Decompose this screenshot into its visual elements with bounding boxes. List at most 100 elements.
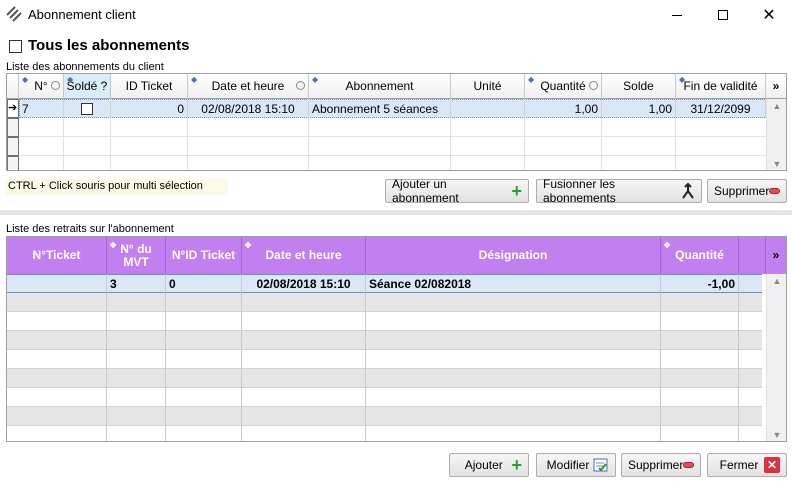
cell-solde-check xyxy=(64,99,111,118)
col-header-label: N°ID Ticket xyxy=(171,248,236,262)
col-header-label: Date et heure xyxy=(265,248,342,262)
table-row[interactable] xyxy=(7,331,762,350)
col-header-n[interactable]: ◆ N° xyxy=(19,74,64,99)
sort-icon: ◆ xyxy=(664,240,671,249)
col-header-label: N°Ticket xyxy=(32,248,81,262)
merge-icon xyxy=(682,183,694,199)
scroll-up-icon[interactable]: ▲ xyxy=(767,101,786,111)
delete-button[interactable]: Supprimer xyxy=(621,453,701,477)
close-window-button[interactable]: ✕ xyxy=(746,0,792,30)
col-header-id-ticket[interactable]: ID Ticket xyxy=(111,74,188,99)
scroll-up-icon[interactable]: ▲ xyxy=(767,276,786,286)
button-label: Ajouter xyxy=(464,458,503,472)
table-row[interactable] xyxy=(7,350,762,369)
search-icon[interactable] xyxy=(589,81,598,90)
more-columns-button[interactable]: » xyxy=(766,237,786,274)
col-header-fin-validite[interactable]: ◆ Fin de validité xyxy=(676,74,766,99)
col-header-solde[interactable]: Solde xyxy=(602,74,676,99)
row-indicator[interactable] xyxy=(7,156,19,170)
scroll-down-icon[interactable]: ▼ xyxy=(767,430,786,440)
table-row[interactable] xyxy=(7,407,762,426)
solde-checkbox[interactable] xyxy=(81,102,93,115)
withdrawals-list-label: Liste des retraits sur l'abonnement xyxy=(6,223,174,235)
minus-icon xyxy=(683,462,694,468)
cell-designation: Séance 02/082018 xyxy=(366,274,661,293)
col-header-label: N° xyxy=(34,79,48,93)
col-header-mvt[interactable]: ◆ N° du MVT xyxy=(107,237,166,274)
sort-icon: ◆ xyxy=(679,75,686,84)
cell-solde: 1,00 xyxy=(602,99,676,118)
withdrawals-grid: N°Ticket ◆ N° du MVT N°ID Ticket ◆ Date … xyxy=(6,236,787,442)
section-divider xyxy=(0,210,792,215)
subscriptions-grid: ◆ N° ◆ Soldé ? ID Ticket ◆ Date et heure… xyxy=(6,73,787,171)
table-row[interactable] xyxy=(19,118,771,137)
vertical-scrollbar[interactable]: ▲ ▼ xyxy=(766,99,786,170)
header-spacer xyxy=(739,237,766,274)
sort-icon: ◆ xyxy=(528,75,535,84)
table-row[interactable] xyxy=(19,137,771,156)
sort-icon: ◆ xyxy=(22,75,29,84)
sort-icon: ◆ xyxy=(245,240,252,249)
sort-icon: ◆ xyxy=(110,240,117,249)
table-row[interactable] xyxy=(7,426,762,441)
add-button[interactable]: Ajouter + xyxy=(449,453,529,477)
col-header-designation[interactable]: Désignation xyxy=(366,237,661,274)
close-icon: ✕ xyxy=(762,7,776,24)
all-subscriptions-checkbox[interactable] xyxy=(9,40,22,53)
minimize-icon xyxy=(672,14,682,16)
row-indicator[interactable] xyxy=(7,118,19,137)
col-header-unite[interactable]: Unité xyxy=(451,74,525,99)
table-row[interactable] xyxy=(7,312,762,331)
col-header-label: Quantité xyxy=(540,79,586,93)
search-icon[interactable] xyxy=(296,81,305,90)
delete-subscription-button[interactable]: Supprimer xyxy=(707,179,787,203)
col-header-date[interactable]: ◆ Date et heure xyxy=(188,74,309,99)
search-icon[interactable] xyxy=(51,81,60,90)
button-label: Fermer xyxy=(719,458,759,472)
table-row[interactable] xyxy=(7,369,762,388)
current-row-arrow-icon: ➔ xyxy=(8,102,18,114)
cell-id-ticket: 0 xyxy=(111,99,188,118)
maximize-button[interactable] xyxy=(700,0,746,30)
col-header-label: Désignation xyxy=(478,248,548,262)
all-subscriptions-label[interactable]: Tous les abonnements xyxy=(28,37,189,54)
more-columns-button[interactable]: » xyxy=(766,74,786,99)
button-label: Supprimer xyxy=(714,184,770,198)
add-subscription-button[interactable]: Ajouter un abonnement + xyxy=(385,177,529,205)
col-header-label: Date et heure xyxy=(211,79,285,93)
sort-icon: ◆ xyxy=(191,75,198,84)
col-header-label: Unité xyxy=(473,79,502,93)
table-row[interactable] xyxy=(7,388,762,407)
row-indicator[interactable]: ➔ xyxy=(7,99,19,118)
close-button[interactable]: Fermer ✕ xyxy=(707,453,787,477)
col-header-date[interactable]: ◆ Date et heure xyxy=(242,237,366,274)
col-header-label: Fin de validité xyxy=(683,79,758,93)
col-header-quantite[interactable]: ◆ Quantité xyxy=(525,74,602,99)
button-label: Modifier xyxy=(546,458,590,472)
cell-date: 02/08/2018 15:10 xyxy=(242,274,366,293)
minimize-button[interactable] xyxy=(654,0,700,30)
app-logo-icon xyxy=(6,6,22,22)
cell-abonnement: Abonnement 5 séances xyxy=(309,99,451,118)
cell-date: 02/08/2018 15:10 xyxy=(188,99,309,118)
table-row[interactable] xyxy=(19,156,771,170)
col-header-quantite[interactable]: ◆ Quantité xyxy=(661,237,739,274)
table-row[interactable] xyxy=(7,293,762,312)
col-header-solde-check[interactable]: ◆ Soldé ? xyxy=(64,74,111,99)
close-red-icon: ✕ xyxy=(764,457,780,473)
scroll-down-icon[interactable]: ▼ xyxy=(767,159,786,169)
row-indicator[interactable] xyxy=(7,137,19,156)
modify-button[interactable]: Modifier xyxy=(536,453,616,477)
merge-subscriptions-button[interactable]: Fusionner les abonnements xyxy=(536,177,702,205)
button-label: Supprimer xyxy=(628,458,684,472)
sort-icon: ◆ xyxy=(312,75,319,84)
more-columns-icon: » xyxy=(772,248,780,262)
col-header-id-ticket[interactable]: N°ID Ticket xyxy=(166,237,242,274)
col-header-ticket[interactable]: N°Ticket xyxy=(7,237,107,274)
cell-id-ticket: 0 xyxy=(166,274,242,293)
vertical-scrollbar[interactable]: ▲ ▼ xyxy=(766,274,786,441)
subscriptions-list-label: Liste des abonnements du client xyxy=(6,61,164,73)
button-label: Fusionner les abonnements xyxy=(543,177,616,205)
col-header-abonnement[interactable]: ◆ Abonnement xyxy=(309,74,451,99)
window-title: Abonnement client xyxy=(28,7,136,22)
